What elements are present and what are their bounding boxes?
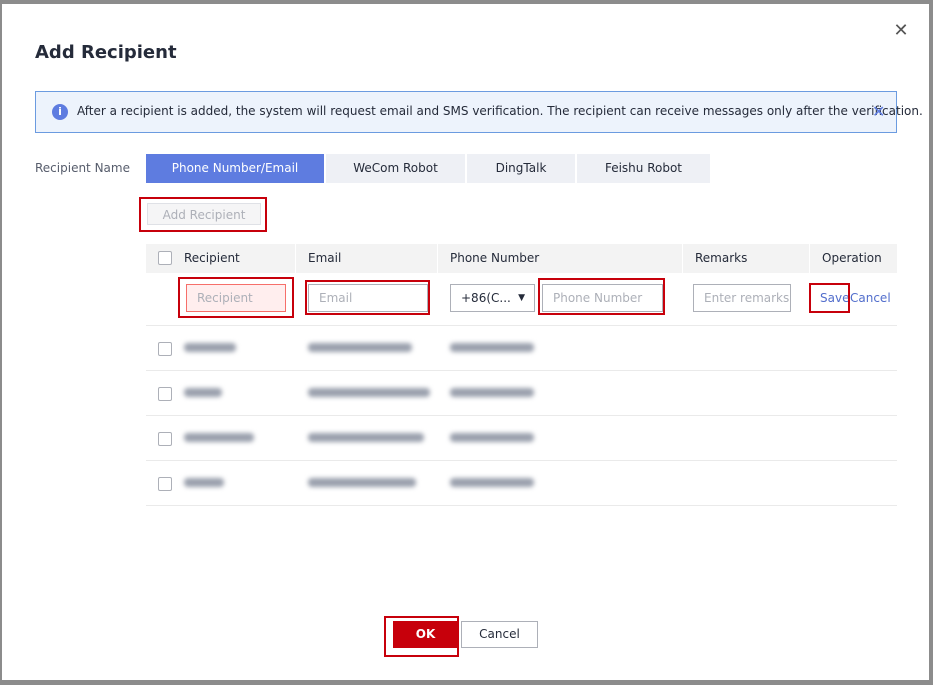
tab-wecom-robot[interactable]: WeCom Robot [326,154,465,183]
notice-close-icon[interactable]: ✕ [872,102,885,121]
ok-button[interactable]: OK [393,621,458,648]
remarks-input[interactable]: Enter remarks [693,284,791,312]
table-row [146,325,897,371]
recipient-name-label: Recipient Name [35,161,130,175]
table-row [146,370,897,416]
notice-text: After a recipient is added, the system w… [77,104,923,118]
verification-notice: i After a recipient is added, the system… [35,91,923,133]
country-code-select[interactable]: +86(C... ▼ [450,284,535,312]
new-recipient-row: Recipient Email +86(C... ▼ Phone Number … [146,273,897,326]
tab-dingtalk[interactable]: DingTalk [467,154,575,183]
close-icon[interactable]: ✕ [891,21,911,41]
row-checkbox[interactable] [158,342,172,356]
phone-number-input[interactable]: Phone Number [542,284,663,312]
save-link[interactable]: Save [820,291,849,305]
country-code-value: +86(C... [461,291,511,305]
caret-down-icon: ▼ [518,293,525,303]
cancel-link[interactable]: Cancel [850,291,891,305]
email-input[interactable]: Email [308,284,428,312]
row-checkbox[interactable] [158,432,172,446]
select-all-checkbox[interactable] [158,251,172,265]
row-checkbox[interactable] [158,387,172,401]
info-icon: i [52,104,68,120]
tab-phone-email[interactable]: Phone Number/Email [146,154,324,183]
dialog-title: Add Recipient [35,42,177,63]
header-operation: Operation [822,251,882,265]
header-remarks: Remarks [695,251,748,265]
header-recipient: Recipient [184,251,240,265]
cancel-button[interactable]: Cancel [461,621,538,648]
add-recipient-dialog: Add Recipient ✕ i After a recipient is a… [2,4,929,680]
recipient-input[interactable]: Recipient [186,284,286,312]
header-email: Email [308,251,342,265]
header-phone-number: Phone Number [450,251,540,265]
add-recipient-button[interactable]: Add Recipient [147,203,261,225]
table-row [146,415,897,461]
table-row [146,460,897,506]
tab-feishu-robot[interactable]: Feishu Robot [577,154,710,183]
row-checkbox[interactable] [158,477,172,491]
table-header: Recipient Email Phone Number Remarks Ope… [146,244,897,273]
